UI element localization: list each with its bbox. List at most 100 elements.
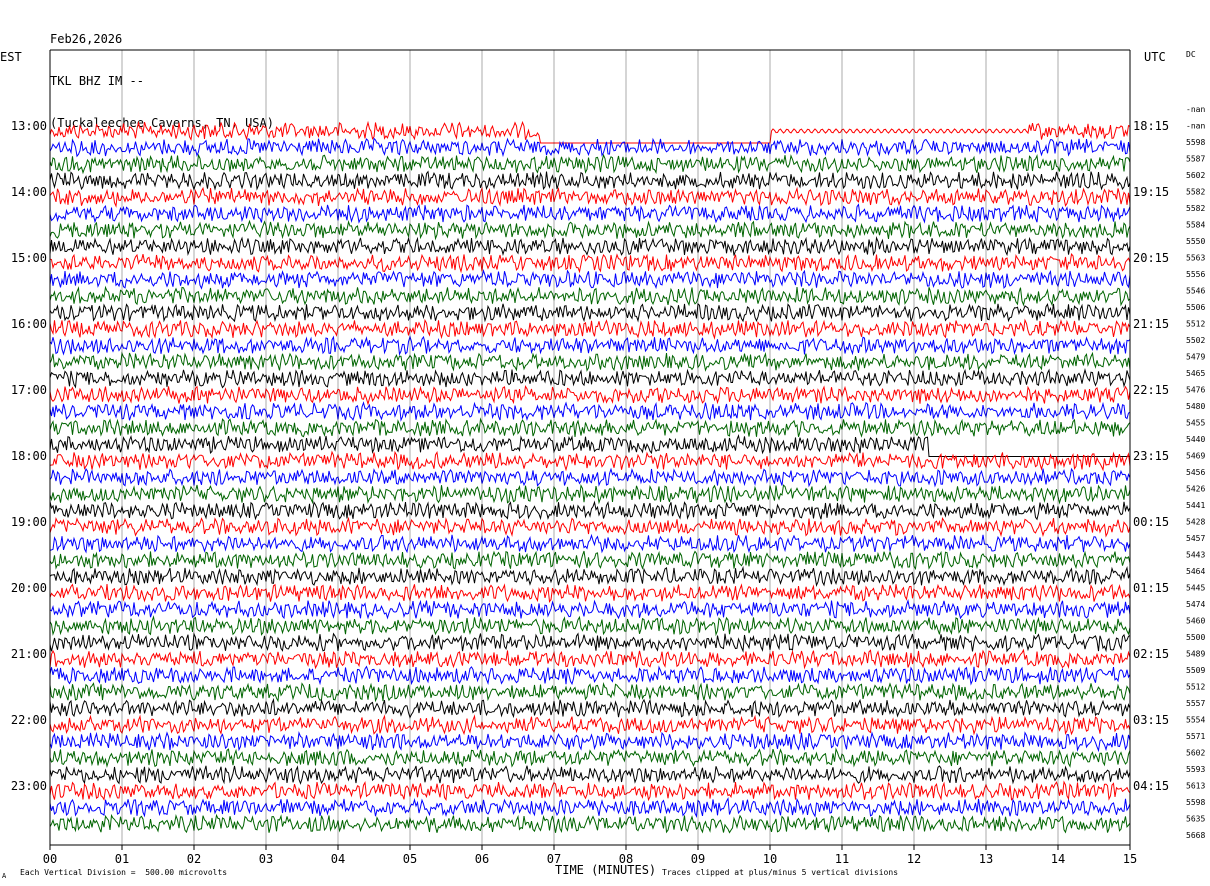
trace-row — [49, 235, 1131, 257]
clip-note: Traces clipped at plus/minus 5 vertical … — [662, 868, 899, 877]
row-value-label: 5469 — [1186, 452, 1205, 461]
row-value-label: 5426 — [1186, 485, 1205, 494]
trace-row — [49, 681, 1131, 703]
trace-row — [49, 697, 1131, 719]
row-value-label: 5613 — [1186, 782, 1205, 791]
row-value-label: 5512 — [1186, 320, 1205, 329]
row-value-label: 5489 — [1186, 650, 1205, 659]
x-tick-label: 12 — [907, 852, 921, 866]
utc-label: UTC — [1144, 50, 1166, 64]
trace-row — [49, 401, 1131, 422]
trace-row — [49, 483, 1131, 505]
row-value-label: 5441 — [1186, 501, 1205, 510]
row-value-label: 5598 — [1186, 798, 1205, 807]
row-value-label: 5428 — [1186, 518, 1205, 527]
trace-row — [49, 550, 1131, 571]
trace-row — [49, 219, 1131, 241]
est-label: EST — [0, 50, 22, 64]
trace-row — [49, 285, 1131, 307]
left-hour-label: 18:00 — [11, 449, 47, 463]
trace-row — [49, 797, 1131, 819]
trace-row — [49, 351, 1131, 372]
row-value-label: 5457 — [1186, 534, 1205, 543]
row-value-label: 5512 — [1186, 683, 1205, 692]
trace-row — [49, 813, 1131, 834]
row-value-label: 5479 — [1186, 353, 1205, 362]
x-tick-label: 05 — [403, 852, 417, 866]
trace-row — [49, 583, 1131, 603]
row-value-label: 5455 — [1186, 419, 1205, 428]
row-value-label: 5546 — [1186, 287, 1205, 296]
left-hour-label: 21:00 — [11, 647, 47, 661]
trace-row — [49, 450, 1131, 472]
trace-row — [49, 632, 1131, 653]
row-value-label: 5582 — [1186, 188, 1205, 197]
trace-row — [49, 433, 1130, 457]
right-hour-label: 03:15 — [1133, 713, 1169, 727]
right-hour-label: 20:15 — [1133, 251, 1169, 265]
row-value-label: -nan — [1186, 105, 1205, 114]
row-value-label: 5443 — [1186, 551, 1205, 560]
trace-row — [49, 137, 1131, 158]
trace-row — [49, 186, 1131, 208]
trace-row — [49, 747, 1131, 768]
row-value-label: 5556 — [1186, 270, 1205, 279]
trace-row — [49, 765, 1131, 785]
right-hour-label: 18:15 — [1133, 119, 1169, 133]
left-hour-label: 17:00 — [11, 383, 47, 397]
trace-layer — [49, 120, 1131, 834]
trace-row — [49, 153, 1131, 175]
x-tick-label: 14 — [1051, 852, 1065, 866]
trace-row — [49, 252, 1131, 274]
trace-row — [49, 500, 1131, 521]
row-value-label: 5440 — [1186, 435, 1205, 444]
right-hour-label: 02:15 — [1133, 647, 1169, 661]
x-tick-label: 03 — [259, 852, 273, 866]
x-tick-label: 04 — [331, 852, 345, 866]
trace-row — [49, 615, 1131, 637]
trace-row — [49, 417, 1131, 438]
dc-label: DC — [1186, 50, 1196, 59]
row-value-label: 5500 — [1186, 633, 1205, 642]
right-hour-label: 23:15 — [1133, 449, 1169, 463]
row-value-label: 5509 — [1186, 666, 1205, 675]
row-value-label: 5557 — [1186, 699, 1205, 708]
trace-row — [49, 516, 1131, 538]
row-value-label: 5668 — [1186, 831, 1205, 840]
left-hour-label: 13:00 — [11, 119, 47, 133]
row-value-label: 5550 — [1186, 237, 1205, 246]
row-value-label: 5456 — [1186, 468, 1205, 477]
x-tick-label: 00 — [43, 852, 57, 866]
trace-row — [49, 533, 1131, 554]
x-tick-label: 10 — [763, 852, 777, 866]
trace-row — [49, 385, 1131, 406]
row-value-label: 5602 — [1186, 749, 1205, 758]
left-hour-label: 14:00 — [11, 185, 47, 199]
x-tick-label: 13 — [979, 852, 993, 866]
left-hour-label: 19:00 — [11, 515, 47, 529]
right-hour-label: 01:15 — [1133, 581, 1169, 595]
x-tick-label: 02 — [187, 852, 201, 866]
row-value-label: 5464 — [1186, 567, 1205, 576]
corner-mark: A — [2, 872, 7, 880]
trace-row — [49, 648, 1131, 670]
row-value-label: 5506 — [1186, 303, 1205, 312]
x-tick-label: 11 — [835, 852, 849, 866]
right-hour-label: 00:15 — [1133, 515, 1169, 529]
trace-row — [49, 598, 1131, 620]
row-value-label: -nan — [1186, 122, 1205, 131]
row-value-label: 5593 — [1186, 765, 1205, 774]
trace-row — [49, 368, 1131, 389]
x-tick-label: 09 — [691, 852, 705, 866]
trace-row — [49, 731, 1131, 753]
scale-note: Each Vertical Division = 500.00 microvol… — [20, 868, 228, 877]
row-value-label: 5554 — [1186, 716, 1205, 725]
x-tick-label: 15 — [1123, 852, 1137, 866]
left-hour-label: 22:00 — [11, 713, 47, 727]
trace-row — [49, 565, 1131, 588]
row-value-label: 5635 — [1186, 815, 1205, 824]
right-hour-label: 22:15 — [1133, 383, 1169, 397]
left-hour-label: 15:00 — [11, 251, 47, 265]
row-value-label: 5476 — [1186, 386, 1205, 395]
row-value-label: 5474 — [1186, 600, 1205, 609]
